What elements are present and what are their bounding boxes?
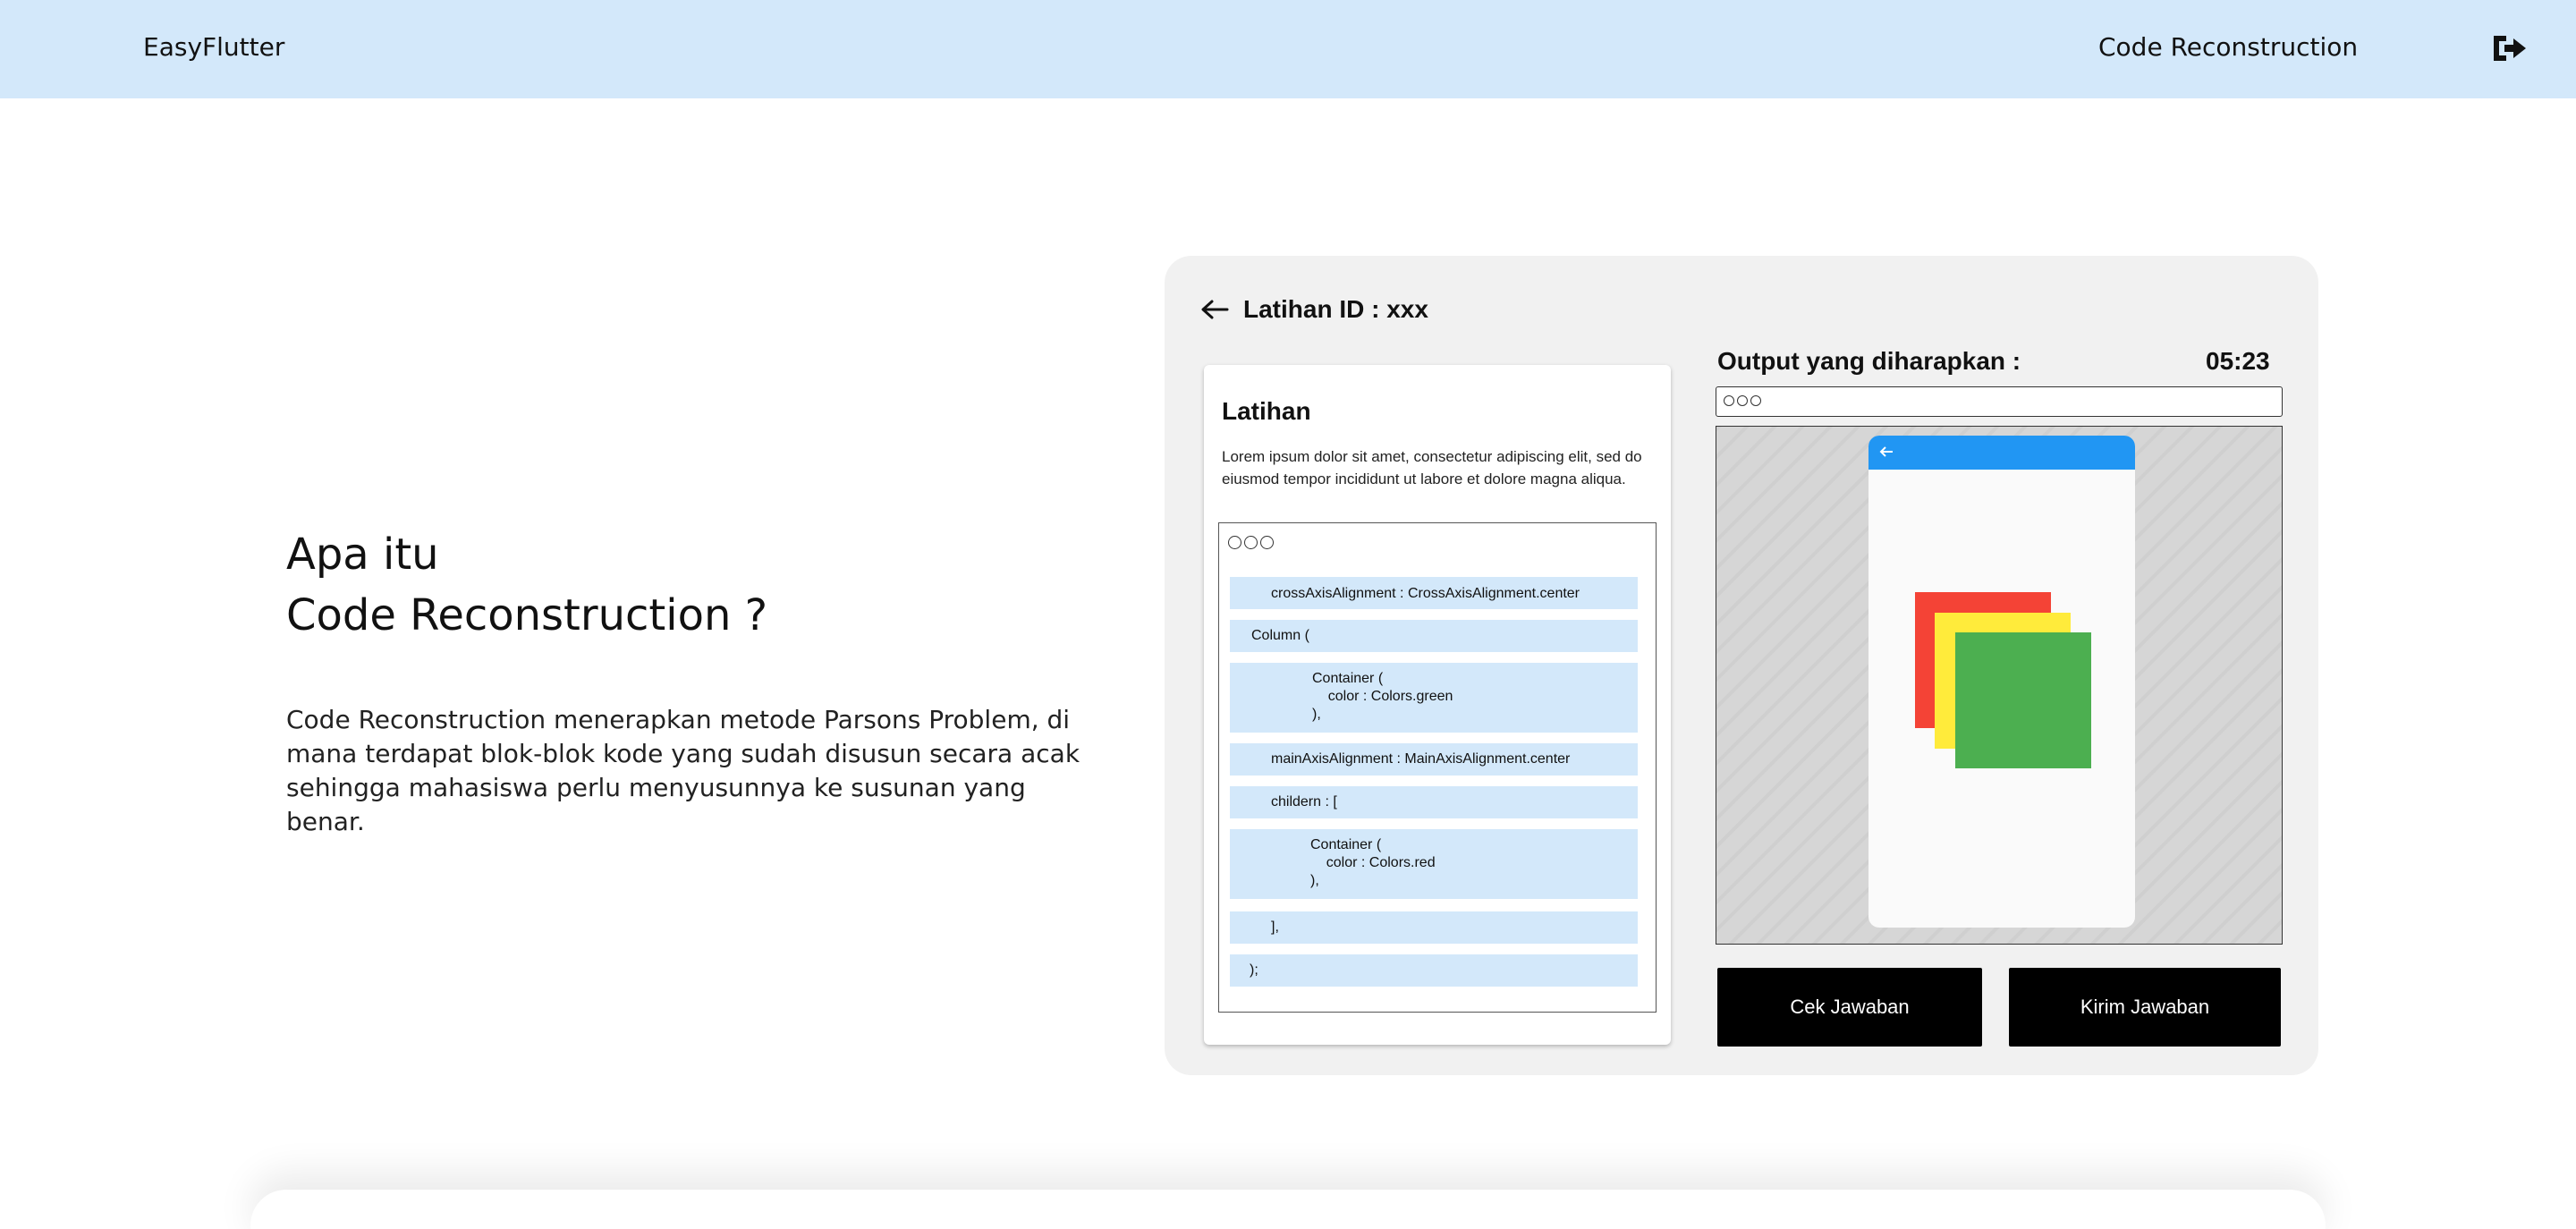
code-block[interactable]: Container ( color : Colors.red ), — [1230, 829, 1638, 899]
window-dots — [1724, 395, 1761, 406]
code-line: ); — [1250, 962, 1258, 978]
exercise-panel: Latihan Lorem ipsum dolor sit amet, cons… — [1204, 365, 1671, 1045]
window-dot-icon — [1724, 395, 1734, 406]
code-block[interactable]: ); — [1230, 954, 1638, 987]
code-line: childern : [ — [1271, 794, 1337, 809]
code-block[interactable]: childern : [ — [1230, 786, 1638, 818]
arrow-left-icon — [1879, 446, 1893, 457]
code-line: ), — [1310, 873, 1319, 888]
brand-logo-text[interactable]: EasyFlutter — [143, 32, 284, 62]
code-line: ], — [1271, 920, 1279, 935]
code-line: Container ( — [1312, 671, 1384, 686]
submit-answer-button[interactable]: Kirim Jawaban — [2009, 968, 2281, 1047]
output-window-bar — [1716, 386, 2283, 417]
intro-heading: Apa itu Code Reconstruction ? — [286, 524, 767, 646]
top-navbar: EasyFlutter Code Reconstruction — [0, 0, 2576, 98]
exercise-preview-card: Latihan ID : xxx Latihan Lorem ipsum dol… — [1165, 256, 2318, 1075]
window-dot-icon — [1260, 536, 1274, 549]
card-header: Latihan ID : xxx — [1200, 290, 1428, 329]
window-dot-icon — [1244, 536, 1258, 549]
code-line: crossAxisAlignment : CrossAxisAlignment.… — [1271, 586, 1580, 601]
code-line: Column ( — [1251, 628, 1309, 643]
arrow-left-icon[interactable] — [1200, 299, 1229, 320]
code-block-area: crossAxisAlignment : CrossAxisAlignment.… — [1218, 522, 1657, 1013]
window-dot-icon — [1737, 395, 1748, 406]
code-block[interactable]: Column ( — [1230, 620, 1638, 652]
code-block[interactable]: ], — [1230, 911, 1638, 944]
sign-out-icon[interactable] — [2490, 30, 2528, 66]
expected-output-preview — [1716, 426, 2283, 945]
panel-title: Latihan — [1222, 397, 1311, 425]
intro-heading-line-2: Code Reconstruction ? — [286, 590, 768, 640]
code-block[interactable]: Container ( color : Colors.green ), — [1230, 663, 1638, 733]
window-dot-icon — [1750, 395, 1761, 406]
check-answer-button[interactable]: Cek Jawaban — [1717, 968, 1982, 1047]
expected-output-label: Output yang diharapkan : — [1717, 347, 2021, 375]
nav-link-code-reconstruction[interactable]: Code Reconstruction — [2098, 32, 2358, 62]
code-block[interactable]: mainAxisAlignment : MainAxisAlignment.ce… — [1230, 743, 1638, 776]
intro-heading-line-1: Apa itu — [286, 530, 439, 580]
code-block[interactable]: crossAxisAlignment : CrossAxisAlignment.… — [1230, 577, 1638, 609]
code-line: color : Colors.red — [1310, 855, 1436, 870]
window-dots — [1228, 536, 1274, 549]
green-container-square — [1955, 632, 2091, 768]
code-line: Container ( — [1310, 837, 1382, 852]
exercise-title: Latihan ID : xxx — [1243, 295, 1428, 323]
countdown-timer: 05:23 — [2206, 347, 2270, 375]
code-line: ), — [1312, 707, 1321, 722]
next-section-edge — [250, 1190, 2326, 1229]
window-dot-icon — [1228, 536, 1241, 549]
code-line: mainAxisAlignment : MainAxisAlignment.ce… — [1271, 751, 1571, 767]
intro-description: Code Reconstruction menerapkan metode Pa… — [286, 705, 1080, 836]
phone-mockup — [1868, 436, 2135, 928]
code-line: color : Colors.green — [1312, 689, 1453, 704]
phone-app-bar — [1868, 436, 2135, 470]
panel-description: Lorem ipsum dolor sit amet, consectetur … — [1222, 448, 1642, 487]
